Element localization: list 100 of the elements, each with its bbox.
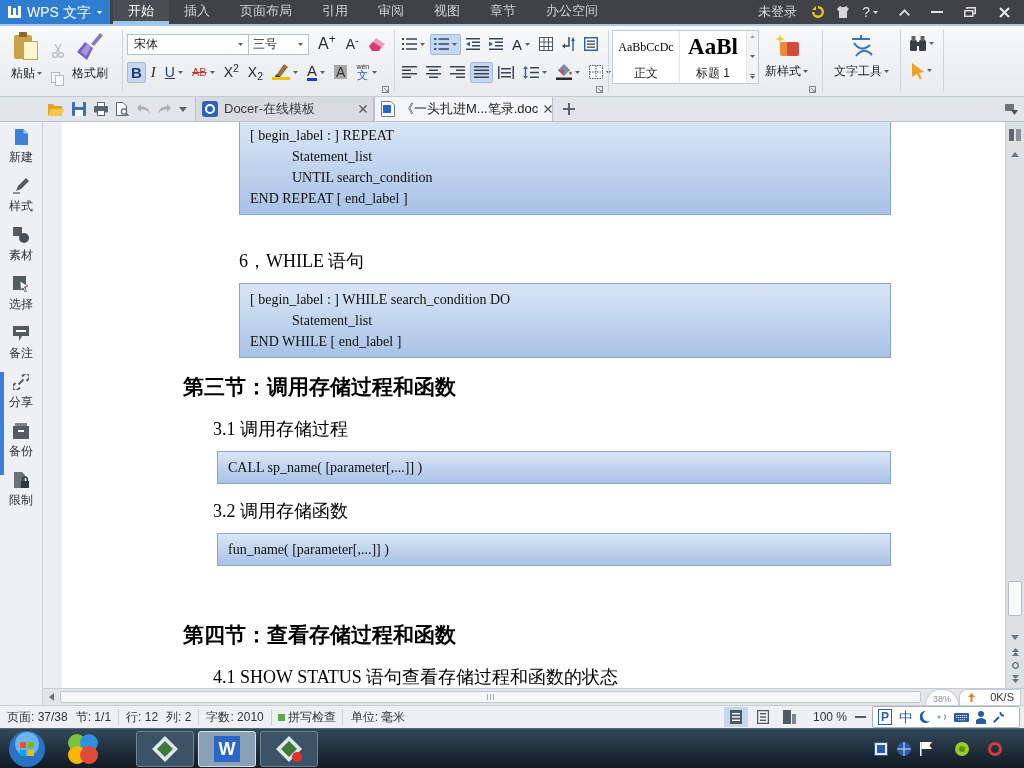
text-tools-button[interactable]: 文字工具 <box>834 35 889 77</box>
wrench-icon[interactable] <box>993 711 1005 723</box>
caret-icon <box>298 42 303 46</box>
menu-tab[interactable]: 视图 <box>419 0 475 24</box>
spell-check-toggle[interactable]: 拼写检查 <box>271 709 343 725</box>
format-painter-button[interactable]: 格式刷 <box>72 32 108 79</box>
italic-button[interactable]: I <box>146 61 160 83</box>
subscript-button[interactable]: X$_{2}$ <box>243 61 268 83</box>
menu-tab[interactable]: 审阅 <box>363 0 419 24</box>
ring-icon[interactable] <box>988 741 1002 756</box>
status-circle-icon[interactable] <box>955 741 969 756</box>
grow-font-button[interactable]: A$^{+}$ <box>314 33 340 55</box>
tab-menu-icon[interactable] <box>1005 103 1018 115</box>
document-tab[interactable]: 《一头扎进M...笔录.doc <box>374 97 553 121</box>
sidebar-item[interactable]: 样式 <box>0 177 42 226</box>
app-menu-button[interactable]: WPS 文字 <box>0 0 110 24</box>
keyboard-icon[interactable] <box>954 712 969 722</box>
menu-tab[interactable]: 章节 <box>475 0 531 24</box>
browse-object-icon[interactable] <box>1011 662 1019 669</box>
scroll-down-icon[interactable] <box>750 54 755 58</box>
shrink-font-button[interactable]: A$^{-}$ <box>341 33 363 55</box>
new-style-button[interactable]: 新样式 <box>765 30 808 77</box>
dialog-launcher-icon[interactable] <box>809 86 816 93</box>
restore-icon[interactable] <box>964 7 976 17</box>
input-mode-toggle[interactable]: 中 <box>899 710 913 724</box>
sync-icon[interactable] <box>812 6 825 18</box>
character-scale-button[interactable]: A <box>508 33 534 55</box>
chevron-up-icon[interactable] <box>899 8 910 16</box>
printer-icon[interactable] <box>94 102 108 116</box>
app-launcher-icon[interactable] <box>67 732 99 765</box>
scroll-up-icon[interactable] <box>1011 152 1019 157</box>
sidebar-item[interactable]: 备份 <box>0 422 42 471</box>
menu-tab[interactable]: 插入 <box>169 0 225 24</box>
panel-handle[interactable] <box>0 372 4 475</box>
start-orb-icon[interactable] <box>9 730 45 767</box>
split-view-icon[interactable] <box>1009 129 1021 141</box>
section-heading: 第四节：查看存储过程和函数 <box>183 623 456 647</box>
underline-button[interactable]: U <box>160 61 187 83</box>
upload-arrow-icon <box>968 693 975 702</box>
scrollbar-thumb[interactable] <box>1008 581 1022 616</box>
punctuation-icon[interactable] <box>937 714 947 720</box>
user-icon[interactable] <box>976 710 986 724</box>
sidebar-item[interactable]: 新建 <box>0 128 42 177</box>
help-button[interactable]: ? <box>862 1 878 23</box>
window-icon[interactable] <box>874 741 888 756</box>
status-text: 单位: 毫米 <box>349 711 407 723</box>
view-button[interactable] <box>723 707 748 727</box>
sidebar-item[interactable]: 素材 <box>0 226 42 275</box>
paste-button[interactable]: 粘贴 <box>9 32 43 79</box>
scroll-left-icon[interactable] <box>49 693 54 701</box>
taskbar-button[interactable]: W <box>198 730 256 767</box>
code-line: [ begin_label : ] WHILE search_condition DO <box>250 291 511 309</box>
page-frame-icon <box>584 37 598 51</box>
save-icon[interactable] <box>72 102 86 116</box>
font-name-dropdown[interactable]: 宋体 <box>127 33 249 55</box>
login-link[interactable]: 未登录 <box>758 2 798 22</box>
ime-logo[interactable]: P <box>878 709 892 725</box>
previous-page-icon[interactable] <box>1011 648 1019 656</box>
next-page-icon[interactable] <box>1011 675 1019 683</box>
dialog-launcher-icon[interactable] <box>596 86 603 93</box>
menu-tab[interactable]: 开始 <box>113 0 169 24</box>
sidebar-item[interactable]: 分享 <box>0 373 42 422</box>
style-preview[interactable]: AaBbCcDc <box>618 41 674 53</box>
document-tab[interactable]: Docer-在线模板 <box>195 97 374 121</box>
font-color-button[interactable]: A <box>303 61 330 83</box>
caret-icon <box>36 71 42 75</box>
status-text: 节: 1/1 <box>75 711 112 723</box>
dialog-launcher-icon[interactable] <box>382 86 389 93</box>
caret-icon[interactable] <box>179 106 187 112</box>
style-preview[interactable]: AaBl <box>688 35 738 58</box>
moon-icon[interactable] <box>920 711 930 723</box>
taskbar-button[interactable] <box>260 730 318 767</box>
zoom-level[interactable]: 100 % <box>812 711 847 723</box>
character-shading-button[interactable]: A <box>330 61 352 83</box>
font-size-dropdown[interactable]: 三号 <box>249 33 309 55</box>
close-icon[interactable] <box>359 105 367 113</box>
justify-button[interactable] <box>470 61 493 83</box>
close-icon[interactable] <box>544 105 553 113</box>
strikethrough-button[interactable]: AB <box>187 61 219 83</box>
table-grid-icon <box>539 37 553 51</box>
print-preview-icon[interactable] <box>116 102 129 116</box>
menu-tab[interactable]: 页面布局 <box>225 0 307 24</box>
taskbar-button[interactable] <box>136 730 194 767</box>
plus-icon[interactable] <box>563 103 575 115</box>
superscript-button[interactable]: X$^{2}$ <box>219 61 243 83</box>
globe-icon[interactable] <box>897 741 911 756</box>
paragraph-marks-icon <box>562 37 575 51</box>
menu-tab[interactable]: 引用 <box>307 0 363 24</box>
sidebar-item[interactable]: 备注 <box>0 324 42 373</box>
bold-button[interactable]: B <box>127 61 146 83</box>
shirt-icon[interactable] <box>837 6 850 18</box>
scrollbar-thumb[interactable] <box>60 691 921 703</box>
flag-icon[interactable] <box>920 741 932 756</box>
numbering-button[interactable] <box>430 33 461 55</box>
paintbrush-icon <box>77 32 103 60</box>
sidebar-item[interactable]: 选择 <box>0 275 42 324</box>
scroll-down-icon[interactable] <box>1011 635 1019 640</box>
menu-tab[interactable]: 办公空间 <box>531 0 613 24</box>
more-icon[interactable] <box>750 74 755 79</box>
sidebar-item[interactable]: 限制 <box>0 471 42 520</box>
